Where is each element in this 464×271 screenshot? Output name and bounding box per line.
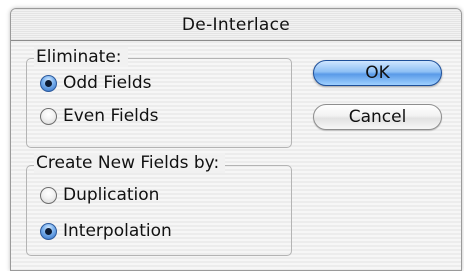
dialog-title: De-Interlace (181, 14, 291, 35)
create-fields-group-label: Create New Fields by: (34, 153, 226, 173)
radio-label-even-fields[interactable]: Even Fields (63, 106, 159, 126)
radio-button-odd-fields[interactable] (40, 74, 57, 92)
radio-selected-dot (45, 227, 52, 235)
radio-label-odd-fields[interactable]: Odd Fields (63, 73, 151, 93)
radio-button-even-fields[interactable] (40, 107, 57, 125)
cancel-button[interactable]: Cancel (313, 104, 442, 130)
radio-selected-dot (45, 79, 52, 87)
create-fields-group (26, 165, 292, 256)
radio-even-fields[interactable]: Even Fields (40, 106, 159, 126)
eliminate-group-label: Eliminate: (34, 47, 128, 67)
radio-label-interpolation[interactable]: Interpolation (63, 221, 172, 241)
radio-duplication[interactable]: Duplication (40, 185, 159, 205)
eliminate-group (26, 58, 292, 148)
radio-interpolation[interactable]: Interpolation (40, 221, 172, 241)
title-bar[interactable]: De-Interlace (11, 9, 461, 41)
radio-button-duplication[interactable] (40, 186, 57, 204)
radio-odd-fields[interactable]: Odd Fields (40, 73, 151, 93)
radio-label-duplication[interactable]: Duplication (63, 185, 159, 205)
ok-button[interactable]: OK (313, 60, 442, 86)
radio-button-interpolation[interactable] (40, 222, 57, 240)
